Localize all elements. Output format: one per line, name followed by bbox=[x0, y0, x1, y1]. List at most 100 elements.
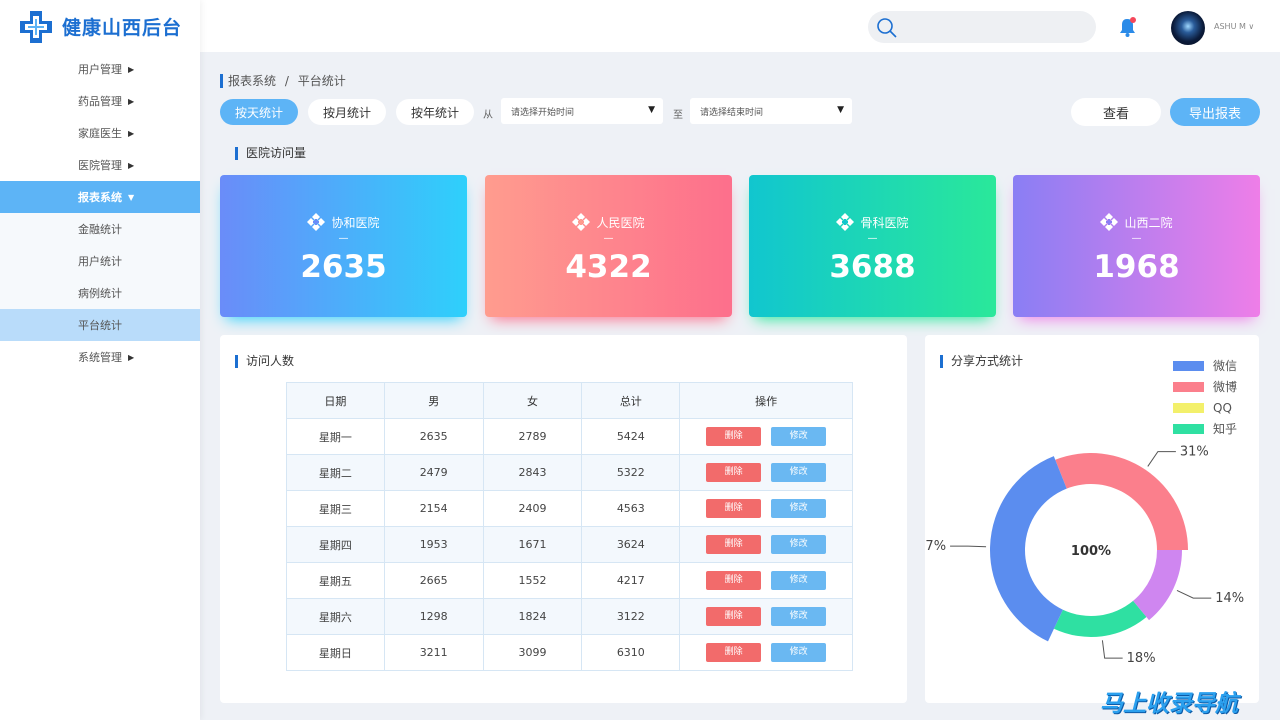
sidebar-item-5[interactable]: 金融统计 bbox=[0, 213, 200, 245]
table-cell: 1953 bbox=[383, 526, 484, 563]
table-row: 星期日 3211 3099 6310 删除 修改 bbox=[286, 634, 853, 671]
hospital-name: 骨科医院 bbox=[860, 215, 909, 230]
sidebar-item-6[interactable]: 用户统计 bbox=[0, 245, 200, 277]
table-cell: 星期日 bbox=[286, 634, 385, 671]
sidebar-item-4[interactable]: 报表系统 ▼ bbox=[0, 181, 200, 213]
table-cell: 6310 bbox=[581, 634, 681, 671]
slice-label: 31% bbox=[1180, 445, 1209, 460]
actions-cell: 删除 修改 bbox=[679, 562, 853, 599]
delete-button[interactable]: 删除 bbox=[706, 607, 762, 626]
sidebar-item-label: 系统管理 bbox=[78, 351, 122, 364]
hospital-card-name-row: 山西二院 bbox=[1013, 213, 1260, 231]
caret-right-icon: ▶ bbox=[128, 64, 135, 74]
sidebar-nav: 用户管理 ▶ 药品管理 ▶ 家庭医生 ▶ 医院管理 ▶ 报表系统 ▼ 金融统计 用户统计 病例统计 平台统… bbox=[0, 53, 200, 373]
breadcrumb-root[interactable]: 报表系统 bbox=[228, 74, 276, 88]
sidebar-item-label: 报表系统 bbox=[78, 191, 122, 204]
donut-center-label: 100% bbox=[1071, 544, 1111, 559]
chevron-down-icon: ∨ bbox=[1248, 22, 1255, 31]
donut-slice[interactable] bbox=[990, 456, 1067, 642]
actions-cell: 删除 修改 bbox=[679, 598, 853, 635]
medical-cross-icon bbox=[18, 9, 54, 43]
delete-button[interactable]: 删除 bbox=[706, 427, 762, 446]
to-label: 至 bbox=[673, 110, 683, 121]
main-content: 报表系统 / 平台统计 按天统计 按月统计 按年统计 从 请选择开始时间 ▼ 至… bbox=[200, 52, 1280, 720]
sidebar: 健康山西后台 用户管理 ▶ 药品管理 ▶ 家庭医生 ▶ 医院管理 ▶ 报表系统 ▼ 金融统计 用户统计… bbox=[0, 0, 200, 720]
table-row: 星期一 2635 2789 5424 删除 修改 bbox=[286, 418, 853, 455]
table-cell: 2635 bbox=[383, 418, 484, 455]
sidebar-item-2[interactable]: 家庭医生 ▶ bbox=[0, 117, 200, 149]
topbar: ASHU M ∨ bbox=[200, 0, 1280, 52]
table-cell: 4563 bbox=[581, 490, 681, 527]
user-menu[interactable]: ASHU M ∨ bbox=[1214, 22, 1254, 31]
hospital-icon bbox=[1100, 213, 1119, 231]
user-name: ASHU M bbox=[1214, 22, 1246, 31]
avatar[interactable] bbox=[1171, 11, 1205, 45]
sidebar-item-9[interactable]: 系统管理 ▶ bbox=[0, 341, 200, 373]
edit-button[interactable]: 修改 bbox=[771, 643, 827, 662]
actions-cell: 删除 修改 bbox=[679, 490, 853, 527]
day-stats-button[interactable]: 按天统计 bbox=[220, 99, 298, 125]
hospital-card[interactable]: 山西二院 — 1968 bbox=[1013, 175, 1260, 317]
sidebar-item-label: 家庭医生 bbox=[78, 127, 122, 140]
sidebar-item-8[interactable]: 平台统计 bbox=[0, 309, 200, 341]
edit-button[interactable]: 修改 bbox=[771, 463, 827, 482]
delete-button[interactable]: 删除 bbox=[706, 463, 762, 482]
delete-button[interactable]: 删除 bbox=[706, 571, 762, 590]
table-row: 星期六 1298 1824 3122 删除 修改 bbox=[286, 598, 853, 635]
breadcrumb-current: 平台统计 bbox=[297, 74, 346, 88]
visit-count: 2635 bbox=[300, 249, 387, 285]
hospital-card[interactable]: 协和医院 — 2635 bbox=[220, 175, 467, 317]
hospital-card[interactable]: 骨科医院 — 3688 bbox=[749, 175, 996, 317]
sidebar-item-1[interactable]: 药品管理 ▶ bbox=[0, 85, 200, 117]
end-date-placeholder: 请选择结束时间 bbox=[700, 107, 764, 118]
visit-count: 3688 bbox=[829, 249, 916, 285]
edit-button[interactable]: 修改 bbox=[771, 427, 827, 446]
card-divider: — bbox=[338, 233, 349, 244]
table-cell: 3624 bbox=[581, 526, 681, 563]
edit-button[interactable]: 修改 bbox=[771, 499, 827, 518]
slice-leader-line bbox=[1147, 451, 1176, 467]
export-report-button[interactable]: 导出报表 bbox=[1170, 98, 1260, 126]
sidebar-item-7[interactable]: 病例统计 bbox=[0, 277, 200, 309]
donut-slice[interactable] bbox=[1133, 550, 1182, 621]
column-header: 女 bbox=[482, 382, 583, 419]
actions-cell: 删除 修改 bbox=[679, 418, 853, 455]
logo[interactable]: 健康山西后台 bbox=[0, 0, 200, 52]
month-stats-button[interactable]: 按月统计 bbox=[308, 99, 386, 125]
sidebar-item-3[interactable]: 医院管理 ▶ bbox=[0, 149, 200, 181]
view-button[interactable]: 查看 bbox=[1071, 98, 1161, 126]
hospital-name: 协和医院 bbox=[331, 215, 380, 230]
year-stats-button[interactable]: 按年统计 bbox=[396, 99, 474, 125]
donut-slice[interactable] bbox=[1053, 600, 1147, 637]
notification-bell-icon[interactable] bbox=[1117, 16, 1139, 42]
search-input[interactable] bbox=[868, 11, 1096, 43]
edit-button[interactable]: 修改 bbox=[771, 607, 827, 626]
delete-button[interactable]: 删除 bbox=[706, 643, 762, 662]
visitors-title: 访问人数 bbox=[235, 355, 294, 368]
search-icon bbox=[877, 18, 897, 38]
card-divider: — bbox=[867, 233, 878, 244]
delete-button[interactable]: 删除 bbox=[706, 499, 762, 518]
table-header-row: 日期男女总计 操作 bbox=[286, 382, 853, 419]
sidebar-item-0[interactable]: 用户管理 ▶ bbox=[0, 53, 200, 85]
hospital-icon bbox=[572, 213, 591, 231]
table-cell: 星期五 bbox=[286, 562, 385, 599]
breadcrumb: 报表系统 / 平台统计 bbox=[220, 74, 346, 88]
end-date-select[interactable]: 请选择结束时间 ▼ bbox=[690, 98, 852, 124]
table-cell: 3099 bbox=[482, 634, 583, 671]
donut-slice[interactable] bbox=[1055, 453, 1188, 550]
slice-label: 18% bbox=[1127, 651, 1156, 666]
start-date-select[interactable]: 请选择开始时间 ▼ bbox=[501, 98, 663, 124]
column-header: 操作 bbox=[679, 382, 853, 419]
table-cell: 星期二 bbox=[286, 454, 385, 491]
edit-button[interactable]: 修改 bbox=[771, 535, 827, 554]
hospital-name: 人民医院 bbox=[596, 215, 645, 230]
edit-button[interactable]: 修改 bbox=[771, 571, 827, 590]
table-cell: 1552 bbox=[482, 562, 583, 599]
table-cell: 1671 bbox=[482, 526, 583, 563]
table-cell: 星期六 bbox=[286, 598, 385, 635]
slice-leader-line bbox=[950, 545, 987, 548]
delete-button[interactable]: 删除 bbox=[706, 535, 762, 554]
visit-count: 4322 bbox=[565, 249, 652, 285]
hospital-card[interactable]: 人民医院 — 4322 bbox=[485, 175, 732, 317]
